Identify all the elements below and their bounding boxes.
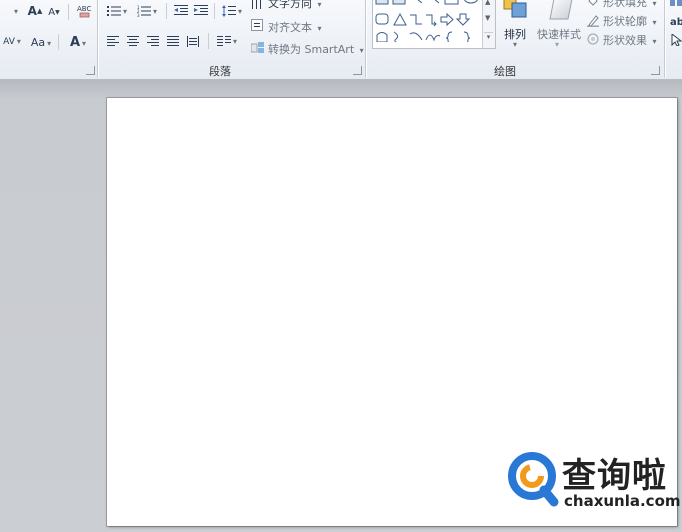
group-separator xyxy=(365,0,366,78)
chevron-down-icon xyxy=(15,37,21,47)
separator xyxy=(58,34,59,50)
align-center-icon xyxy=(127,35,139,46)
shapes-gallery[interactable] xyxy=(372,0,496,49)
drawing-dialog-launcher-icon[interactable] xyxy=(651,66,660,75)
shapes-gallery-icons xyxy=(375,0,478,42)
columns-icon xyxy=(216,35,231,46)
columns-button[interactable] xyxy=(214,33,240,49)
watermark-url: chaxunla.com xyxy=(564,492,681,510)
watermark-logo: 查询啦 chaxunla.com xyxy=(506,448,682,514)
shape-outline-button[interactable]: 形状轮廓 xyxy=(603,13,657,29)
text-direction-button[interactable]: 文字方向 xyxy=(268,0,322,11)
font-color-button[interactable]: A xyxy=(64,32,92,52)
numbering-button[interactable]: 1 2 3 xyxy=(134,3,160,19)
grow-font-button[interactable]: A ▲ xyxy=(26,3,44,19)
align-text-button[interactable]: 对齐文本 xyxy=(268,19,322,35)
font-size-dropdown-arrow[interactable] xyxy=(8,4,22,18)
find-icon[interactable] xyxy=(669,0,682,9)
align-right-button[interactable] xyxy=(144,33,162,49)
scroll-down-icon[interactable]: ▼ xyxy=(485,14,490,22)
svg-text:ABC: ABC xyxy=(77,5,91,13)
align-left-button[interactable] xyxy=(104,33,122,49)
shape-effects-button[interactable]: 形状效果 xyxy=(603,32,657,48)
chevron-down-icon xyxy=(80,35,86,50)
change-case-button[interactable]: Aa xyxy=(28,33,54,51)
shape-outline-icon xyxy=(586,13,600,27)
bullets-icon xyxy=(106,6,121,16)
chevron-down-icon: ▾ xyxy=(555,40,560,49)
shape-fill-icon xyxy=(586,0,600,8)
align-left-icon xyxy=(107,35,119,46)
bullets-button[interactable] xyxy=(104,3,130,19)
clear-formatting-icon: ABC xyxy=(77,5,91,18)
align-center-button[interactable] xyxy=(124,33,142,49)
gallery-more-icon[interactable]: ▾ xyxy=(484,32,493,45)
watermark-title: 查询啦 xyxy=(562,456,667,496)
convert-smartart-button[interactable]: 转换为 SmartArt xyxy=(268,41,364,57)
separator xyxy=(208,33,209,49)
ribbon: A▲ A▼ ABC AV Aa A 1 2 3 xyxy=(0,0,682,80)
separator xyxy=(214,3,215,19)
shape-fill-button[interactable]: 形状填充 xyxy=(603,0,657,10)
increase-indent-icon xyxy=(194,5,208,15)
decrease-indent-icon xyxy=(174,5,188,15)
distribute-icon xyxy=(187,35,199,47)
justify-button[interactable] xyxy=(164,33,182,49)
line-spacing-button[interactable] xyxy=(220,3,244,19)
svg-text:ab: ab xyxy=(670,17,682,27)
char-spacing-button[interactable]: AV xyxy=(0,33,24,51)
shape-effects-icon xyxy=(586,32,600,46)
align-text-icon xyxy=(250,18,264,32)
justify-icon xyxy=(167,35,179,46)
replace-icon[interactable]: ab xyxy=(669,14,682,28)
grow-font-icon: ▲ xyxy=(36,7,43,15)
chevron-down-icon: ▾ xyxy=(513,40,518,49)
distribute-button[interactable] xyxy=(184,33,202,49)
shrink-font-icon: ▼ xyxy=(55,8,60,16)
scroll-up-icon[interactable]: ▲ xyxy=(485,0,490,6)
separator xyxy=(68,4,69,20)
group-separator xyxy=(664,0,665,78)
increase-indent-button[interactable] xyxy=(192,3,210,19)
font-dialog-launcher-icon[interactable] xyxy=(86,66,95,75)
convert-smartart-icon xyxy=(250,41,264,55)
separator xyxy=(166,3,167,19)
chevron-down-icon xyxy=(45,36,51,49)
group-separator xyxy=(97,0,98,78)
svg-text:3: 3 xyxy=(137,13,140,17)
quick-styles-icon xyxy=(545,0,575,22)
arrange-icon xyxy=(501,0,531,22)
text-direction-icon xyxy=(250,0,264,10)
align-right-icon xyxy=(147,35,159,46)
numbering-icon: 1 2 3 xyxy=(137,5,151,17)
drawing-group-label: 绘图 xyxy=(494,65,516,78)
paragraph-dialog-launcher-icon[interactable] xyxy=(353,66,362,75)
clear-formatting-button[interactable]: ABC xyxy=(75,2,93,20)
line-spacing-icon xyxy=(221,5,236,17)
decrease-indent-button[interactable] xyxy=(172,3,190,19)
magnifier-logo-icon xyxy=(508,452,559,507)
gallery-scrollbar[interactable]: ▲ ▼ ▾ xyxy=(482,0,495,48)
paragraph-group-label: 段落 xyxy=(209,65,231,78)
shrink-font-button[interactable]: A ▼ xyxy=(46,4,62,20)
select-icon[interactable] xyxy=(669,33,682,47)
